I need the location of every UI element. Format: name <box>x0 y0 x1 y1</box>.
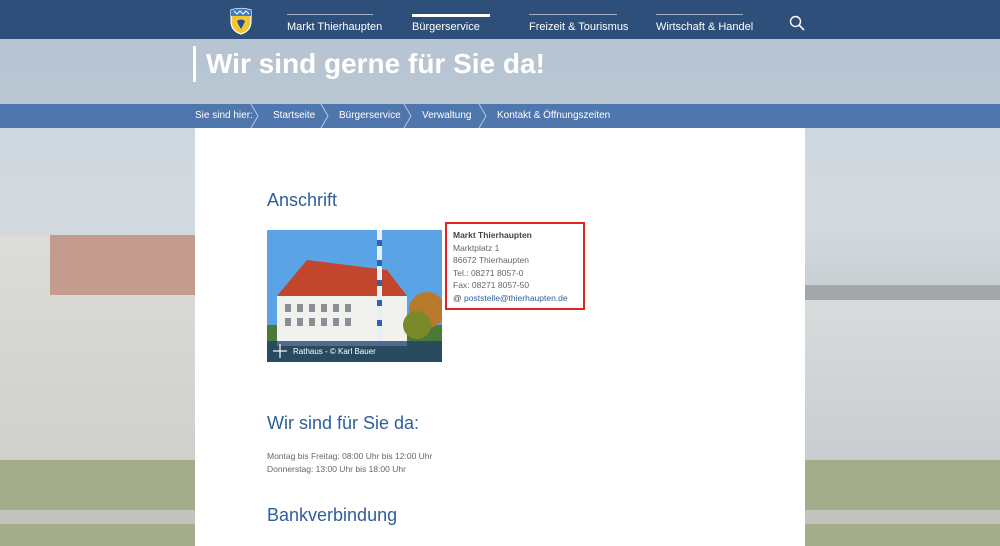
background-roof-left <box>50 235 195 295</box>
anschrift-heading: Anschrift <box>267 190 338 210</box>
nav-item-freizeit-tourismus[interactable]: Freizeit & Tourismus <box>529 14 628 39</box>
breadcrumb-chevron-icon <box>478 104 487 128</box>
address-tel: Tel.: 08271 8057-0 <box>453 267 524 278</box>
address-name: Markt Thierhaupten <box>453 230 532 240</box>
background-building-right <box>805 300 1000 460</box>
search-icon[interactable] <box>789 15 805 31</box>
address-street: Marktplatz 1 <box>453 242 500 253</box>
page-title: Wir sind gerne für Sie da! <box>193 46 545 82</box>
photo-caption: Rathaus - © Karl Bauer <box>267 341 442 362</box>
nav-item-markt-thierhaupten[interactable]: Markt Thierhaupten <box>287 14 382 39</box>
hours-heading: Wir sind für Sie da: <box>267 413 420 433</box>
breadcrumb: Sie sind hier: Startseite Bürgerservice … <box>0 104 1000 128</box>
breadcrumb-item-buergerservice[interactable]: Bürgerservice <box>339 104 401 128</box>
breadcrumb-prefix: Sie sind hier: <box>195 110 253 121</box>
breadcrumb-item-startseite[interactable]: Startseite <box>273 104 315 128</box>
top-navigation: Markt Thierhaupten Bürgerservice Freizei… <box>0 0 1000 39</box>
nav-item-buergerservice[interactable]: Bürgerservice <box>412 14 490 39</box>
breadcrumb-chevron-icon <box>403 104 412 128</box>
breadcrumb-item-verwaltung[interactable]: Verwaltung <box>422 104 471 128</box>
plus-icon[interactable] <box>273 344 287 358</box>
nav-item-wirtschaft-handel[interactable]: Wirtschaft & Handel <box>656 14 753 39</box>
address-city: 86672 Thierhaupten <box>453 255 529 265</box>
address-block: Markt Thierhaupten Marktplatz 1 86672 Th… <box>445 222 585 310</box>
breadcrumb-chevron-icon <box>250 104 259 128</box>
hours-line-1: Montag bis Freitag: 08:00 Uhr bis 12:00 … <box>267 451 433 461</box>
coat-of-arms-icon[interactable] <box>228 7 254 35</box>
breadcrumb-item-kontakt[interactable]: Kontakt & Öffnungszeiten <box>497 104 610 128</box>
hours-line-2: Donnerstag: 13:00 Uhr bis 18:00 Uhr <box>267 464 406 474</box>
email-link[interactable]: poststelle@thierhaupten.de <box>464 293 568 303</box>
breadcrumb-chevron-icon <box>320 104 329 128</box>
email-symbol: @ <box>453 292 462 303</box>
bank-heading: Bankverbindung <box>267 505 398 525</box>
address-fax: Fax: 08271 8057-50 <box>453 280 530 290</box>
